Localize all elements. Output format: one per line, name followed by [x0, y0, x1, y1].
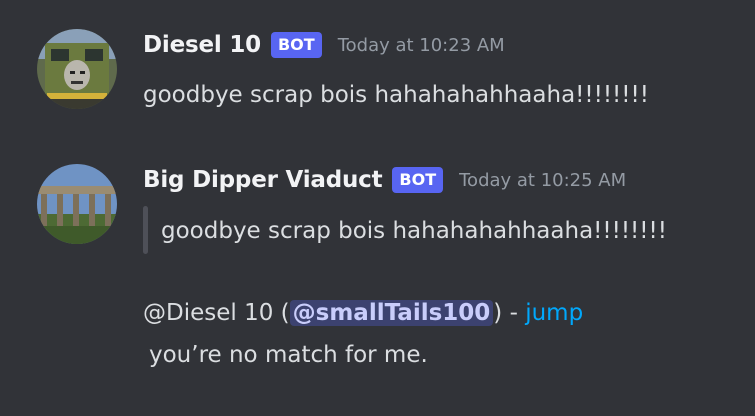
reply-suffix: ) -	[493, 300, 526, 326]
user-mention[interactable]: @smallTails100	[289, 300, 494, 326]
quote-text: goodbye scrap bois hahahahahhaaha!!!!!!!…	[161, 218, 667, 244]
username[interactable]: Diesel 10	[143, 32, 261, 58]
message-text: goodbye scrap bois hahahahahhaaha!!!!!!!…	[143, 82, 649, 108]
timestamp: Today at 10:25 AM	[459, 169, 627, 191]
reply-line: @Diesel 10 (@smallTails100) - jump	[143, 300, 583, 326]
reply-prefix: @Diesel 10 (	[143, 300, 290, 326]
message-body: you’re no match for me.	[149, 342, 428, 368]
quote-bar	[143, 206, 148, 254]
username[interactable]: Big Dipper Viaduct	[143, 167, 383, 193]
viaduct-avatar-image	[37, 164, 117, 244]
jump-link[interactable]: jump	[525, 300, 583, 326]
avatar-diesel-10[interactable]	[37, 29, 117, 109]
avatar-big-dipper-viaduct[interactable]	[37, 164, 117, 244]
timestamp: Today at 10:23 AM	[337, 34, 505, 56]
bot-tag: BOT	[392, 167, 444, 193]
diesel-avatar-image	[37, 29, 117, 109]
bot-tag: BOT	[270, 32, 322, 58]
